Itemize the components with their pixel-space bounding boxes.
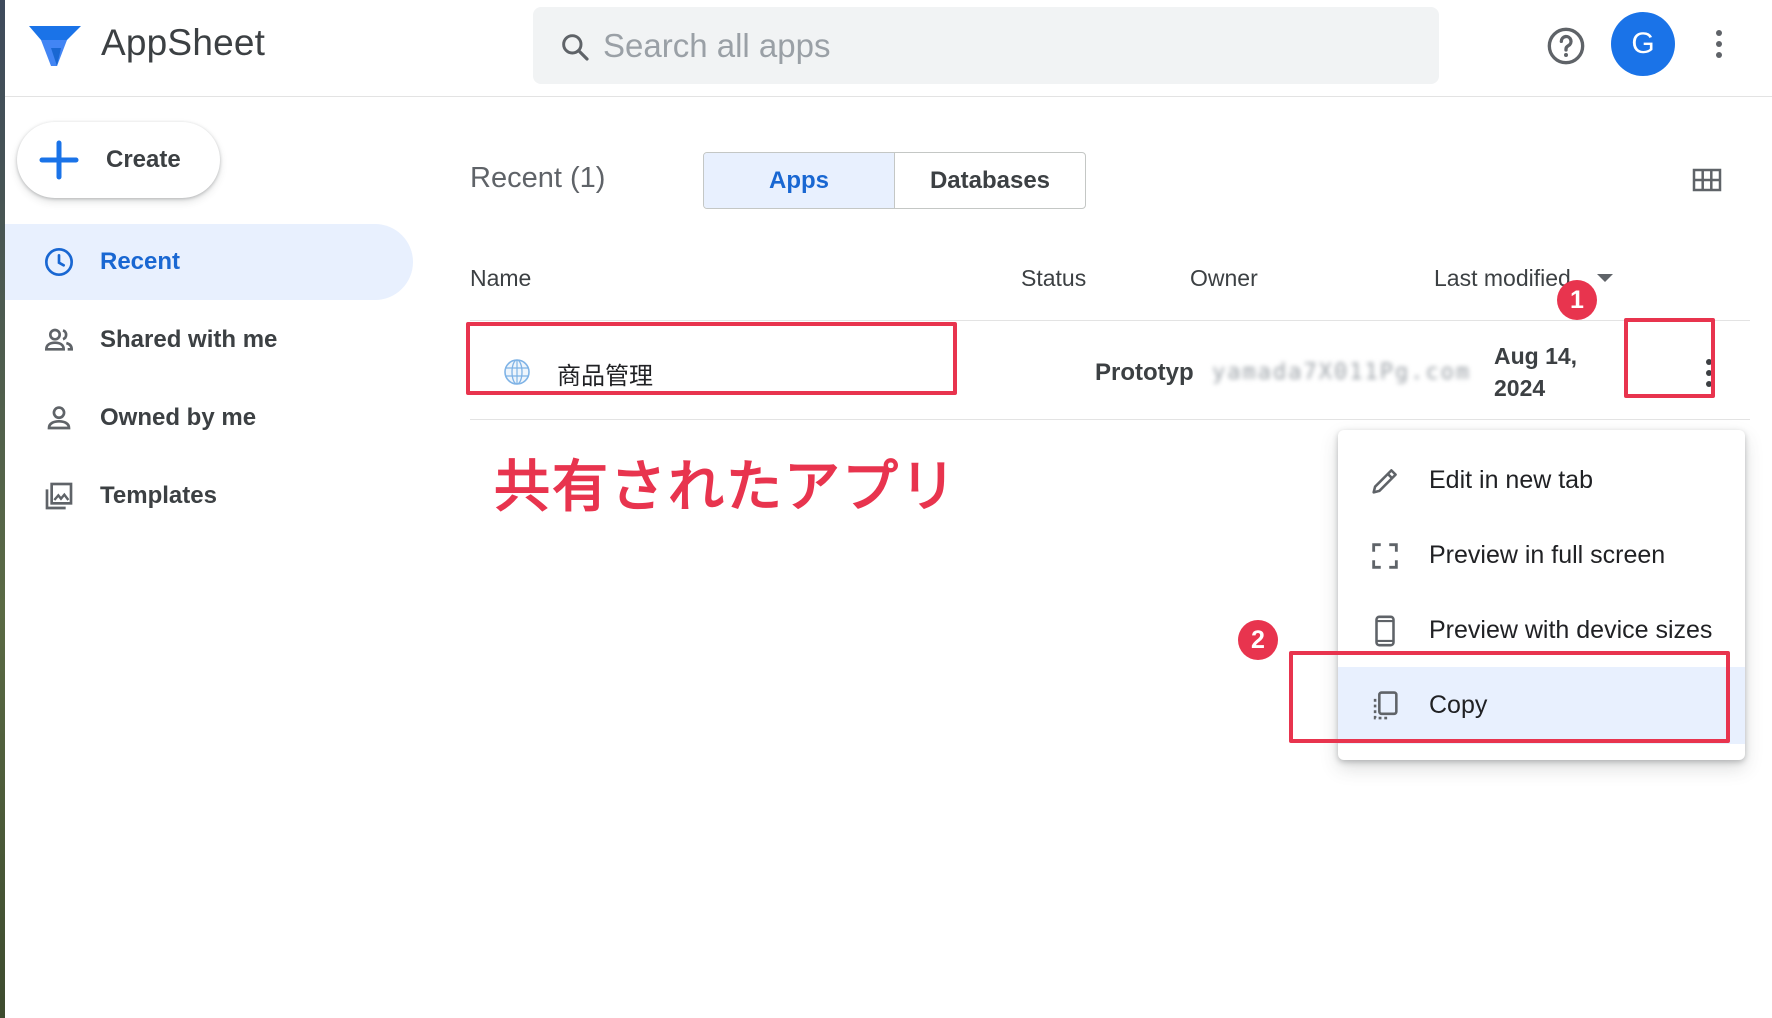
app-last-modified: Aug 14, 2024 xyxy=(1494,343,1578,401)
grid-view-icon[interactable] xyxy=(1692,165,1722,195)
menu-item-label: Edit in new tab xyxy=(1429,466,1593,494)
sidebar-item-label: Templates xyxy=(100,482,217,509)
phone-icon xyxy=(1375,615,1395,647)
divider xyxy=(470,419,1750,420)
search-icon xyxy=(562,34,589,61)
tab-databases[interactable]: Databases xyxy=(895,153,1085,208)
menu-item-preview-full-screen[interactable]: Preview in full screen xyxy=(1338,517,1745,594)
person-icon xyxy=(47,406,71,430)
plus-icon xyxy=(39,140,79,180)
sidebar-item-recent[interactable]: Recent xyxy=(5,224,413,300)
menu-item-edit-new-tab[interactable]: Edit in new tab xyxy=(1338,442,1745,519)
sidebar-item-label: Owned by me xyxy=(100,404,257,431)
create-button[interactable]: Create xyxy=(17,122,220,198)
tab-apps[interactable]: Apps xyxy=(704,153,895,208)
sidebar-item-owned[interactable]: Owned by me xyxy=(5,380,413,456)
column-header-name[interactable]: Name xyxy=(470,265,531,292)
annotation-step-1: 1 xyxy=(1557,280,1597,320)
view-toggle: Apps Databases xyxy=(703,152,1086,209)
image-gallery-icon xyxy=(45,482,73,510)
menu-item-label: Preview with device sizes xyxy=(1429,616,1713,644)
avatar[interactable]: G xyxy=(1611,12,1675,76)
owner-email-blurred: yamada7X011Pg.com xyxy=(1212,360,1472,385)
annotation-note: 共有されたアプリ xyxy=(494,455,958,520)
more-vert-icon[interactable] xyxy=(1707,26,1731,62)
annotation-box-menu xyxy=(1624,318,1715,398)
app-status: Prototyp xyxy=(1095,359,1194,386)
menu-item-label: Preview in full screen xyxy=(1429,541,1666,569)
app-header: AppSheet G xyxy=(5,0,1772,97)
appsheet-logo-icon[interactable] xyxy=(27,22,83,70)
annotation-box-app xyxy=(466,322,957,395)
column-header-modified[interactable]: Last modified xyxy=(1434,265,1571,292)
column-header-status[interactable]: Status xyxy=(1021,265,1086,292)
sidebar-item-templates[interactable]: Templates xyxy=(5,458,413,534)
sidebar-item-shared[interactable]: Shared with me xyxy=(5,302,413,378)
clock-icon xyxy=(45,248,73,276)
pencil-icon xyxy=(1372,469,1397,494)
sidebar-item-label: Shared with me xyxy=(100,326,278,353)
annotation-box-copy xyxy=(1289,651,1730,743)
search-bar[interactable] xyxy=(533,7,1439,84)
app-owner: yamada7X011Pg.com xyxy=(1212,360,1472,388)
sidebar-item-label: Recent xyxy=(100,248,181,275)
annotation-step-2: 2 xyxy=(1238,620,1278,660)
create-label: Create xyxy=(106,146,181,173)
divider xyxy=(470,320,1750,321)
sort-down-icon[interactable] xyxy=(1594,270,1616,286)
page-title: Recent (1) xyxy=(470,162,606,194)
column-header-owner[interactable]: Owner xyxy=(1190,265,1258,292)
brand-name[interactable]: AppSheet xyxy=(101,22,265,64)
fullscreen-icon xyxy=(1372,543,1398,569)
search-input[interactable] xyxy=(603,7,1403,84)
help-icon[interactable] xyxy=(1546,26,1586,66)
people-icon xyxy=(44,328,74,351)
